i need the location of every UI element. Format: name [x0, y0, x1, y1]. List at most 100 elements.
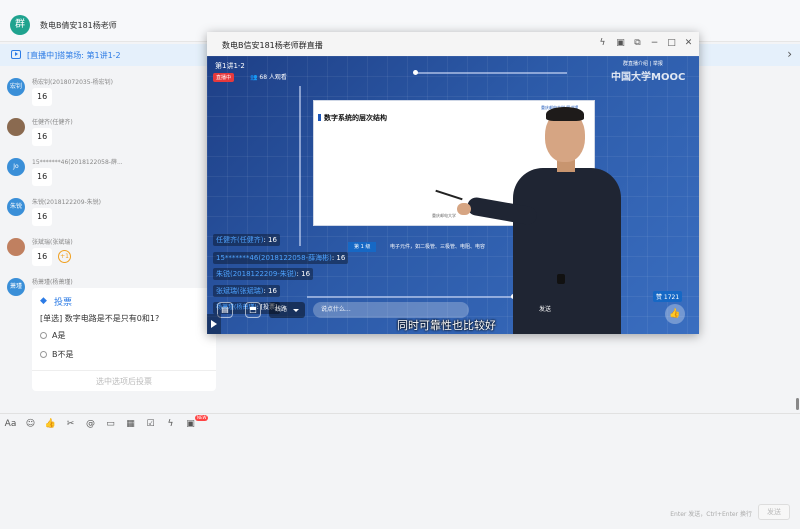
lightning-icon[interactable]: ϟ: [597, 38, 608, 49]
sender-name: 杨宏钊(2018072035-杨宏钊): [32, 79, 114, 86]
plus-one-button[interactable]: +1: [58, 250, 71, 263]
message-bubble: 16: [32, 208, 53, 226]
danmu-text: : 16: [296, 270, 311, 278]
avatar[interactable]: 萧瑾: [7, 278, 25, 296]
sender-name: 朱锐(2018122209-朱锐): [32, 199, 102, 206]
sender-name: 杨萧瑾(杨萧瑾): [32, 279, 73, 286]
vote-option-a[interactable]: A是: [40, 330, 65, 341]
maximize-icon[interactable]: □: [666, 38, 677, 49]
viewer-count: 👥 68 人观看: [250, 74, 287, 81]
live-window: 数电B信安181杨老师群直播 ϟ ▣ ⧉ − □ ✕ 第1讲1-2 直播中 👥 …: [207, 32, 699, 334]
vote-submit-button[interactable]: 选中选项后投票: [32, 370, 216, 391]
emoji-icon[interactable]: ☺: [24, 418, 37, 431]
live-badge: 直播中: [213, 73, 235, 82]
chat-message: Jo 15*******46(2018122058-薛... 16: [0, 154, 220, 194]
message-bubble: 16: [32, 88, 53, 106]
chat-message: 宏钊 杨宏钊(2018072035-杨宏钊) 16: [0, 74, 220, 114]
avatar[interactable]: Jo: [7, 158, 25, 176]
message-bubble: 16: [32, 248, 53, 266]
presenter-watch: [557, 274, 565, 284]
danmu-text: : 16: [263, 236, 277, 244]
vote-card: ◆ 投票 [单选] 数字电路是不是只有0和1? A是 B不是 选中选项后投票: [32, 288, 216, 391]
line-select[interactable]: 线路: [269, 302, 306, 318]
sender-name: 任健齐(任健齐): [32, 119, 73, 126]
live-window-title: 数电B信安181杨老师群直播: [222, 41, 323, 50]
scrollbar[interactable]: [796, 398, 799, 410]
play-icon[interactable]: [207, 314, 221, 334]
screen-icon[interactable]: ▣: [615, 38, 626, 49]
send-hint: Enter 发送，Ctrl+Enter 换行: [670, 511, 752, 518]
subtitle: 同时可靠性也比较好: [397, 319, 496, 332]
sender-name: 15*******46(2018122058-薛...: [32, 159, 123, 166]
group-title: 数电B倩安181杨老师: [40, 21, 117, 30]
chat-message: 张斌瑞(张斌瑞) 16 +1: [0, 234, 220, 274]
font-icon[interactable]: Aa: [4, 418, 17, 431]
send-button[interactable]: 发送: [758, 504, 790, 520]
chat-message: 任健齐(任健齐) 16: [0, 114, 220, 154]
thumbs-up-icon[interactable]: 👍: [44, 418, 57, 431]
input-toolbar: Aa ☺ 👍 ✂ @ ▭ ▦ ☑ ϟ ▣ NEW: [0, 413, 800, 435]
avatar[interactable]: [7, 118, 25, 136]
avatar[interactable]: 宏钊: [7, 78, 25, 96]
danmu-message: 任健齐(任健齐): 16: [213, 234, 280, 246]
sender-name: 张斌瑞(张斌瑞): [32, 239, 73, 246]
slide-title: 数字系统的层次结构: [318, 114, 387, 122]
danmu-message: 朱锐(2018122209-朱锐): 16: [213, 268, 314, 280]
new-badge: NEW: [195, 415, 209, 421]
decor-line: [307, 296, 517, 298]
vote-option-label: A是: [52, 331, 66, 340]
avatar[interactable]: 朱锐: [7, 198, 25, 216]
chevron-right-icon[interactable]: ›: [787, 47, 792, 61]
live-intro-report-links[interactable]: 群直播介绍 | 举报: [623, 60, 663, 67]
vote-icon: ◆: [40, 296, 47, 306]
live-send-button[interactable]: 发送: [521, 302, 569, 318]
at-icon[interactable]: @: [84, 418, 97, 431]
decor-line: [417, 72, 567, 74]
live-play-icon: [11, 50, 21, 59]
message-input[interactable]: Enter 发送，Ctrl+Enter 换行 发送: [0, 436, 800, 529]
minimize-icon[interactable]: −: [649, 38, 660, 49]
radio-button[interactable]: [40, 351, 47, 358]
mooc-watermark: 中国大学MOOC: [611, 72, 686, 83]
group-avatar[interactable]: 群: [10, 15, 30, 35]
danmu-name: 张斌瑞(张斌瑞): [216, 287, 264, 295]
gift-icon[interactable]: ⬒: [245, 302, 261, 318]
message-bubble: 16: [32, 168, 53, 186]
video-player[interactable]: 第1讲1-2 直播中 👥 68 人观看 群直播介绍 | 举报 中国大学MOOC …: [207, 56, 699, 334]
decor-dot: [413, 70, 418, 75]
level-tag: 第 1 级: [348, 242, 377, 252]
calendar-icon[interactable]: ▦: [124, 418, 137, 431]
message-bubble: 16: [32, 128, 53, 146]
close-icon[interactable]: ✕: [683, 38, 694, 49]
danmu-text: : 16: [263, 287, 277, 295]
viewer-count-text: 68 人观看: [259, 74, 287, 81]
presenter: [435, 104, 667, 334]
folder-icon[interactable]: ▭: [104, 418, 117, 431]
avatar[interactable]: [7, 238, 25, 256]
level-item: 电子元件，如二极管、三极管、电阻、电容: [390, 244, 486, 250]
live-window-titlebar[interactable]: 数电B信安181杨老师群直播 ϟ ▣ ⧉ − □ ✕: [207, 32, 699, 56]
radio-button[interactable]: [40, 332, 47, 339]
live-banner-text: [直播中]搭第场: 第1讲1-2: [27, 51, 121, 60]
decor-line: [299, 86, 301, 246]
thumbs-up-icon[interactable]: 👍: [665, 304, 685, 324]
chat-message: 朱锐 朱锐(2018122209-朱锐) 16: [0, 194, 220, 234]
presenter-hair: [546, 107, 584, 121]
checkbox-icon[interactable]: ☑: [144, 418, 157, 431]
danmu-name: 15*******46(2018122058-薛海彬): [216, 254, 332, 262]
lightning-icon[interactable]: ϟ: [164, 418, 177, 431]
vote-option-b[interactable]: B不是: [40, 349, 74, 360]
scissors-icon[interactable]: ✂: [64, 418, 77, 431]
lecture-name: 第1讲1-2: [215, 62, 245, 70]
danmu-name: 任健齐(任健齐): [216, 236, 264, 244]
presenter-hand: [457, 203, 471, 215]
vote-option-label: B不是: [52, 350, 74, 359]
slide-footer: 重庆邮电大学: [432, 213, 456, 218]
popout-icon[interactable]: ⧉: [632, 38, 643, 49]
danmu-text: : 16: [331, 254, 346, 262]
vote-question: [单选] 数字电路是不是只有0和1?: [40, 314, 160, 323]
danmu-name: 朱锐(2018122209-朱锐): [216, 270, 297, 278]
vote-title: 投票: [54, 298, 73, 308]
like-count: 赞 1721: [653, 291, 683, 302]
live-chat-input[interactable]: 说点什么... 发送: [313, 302, 551, 318]
